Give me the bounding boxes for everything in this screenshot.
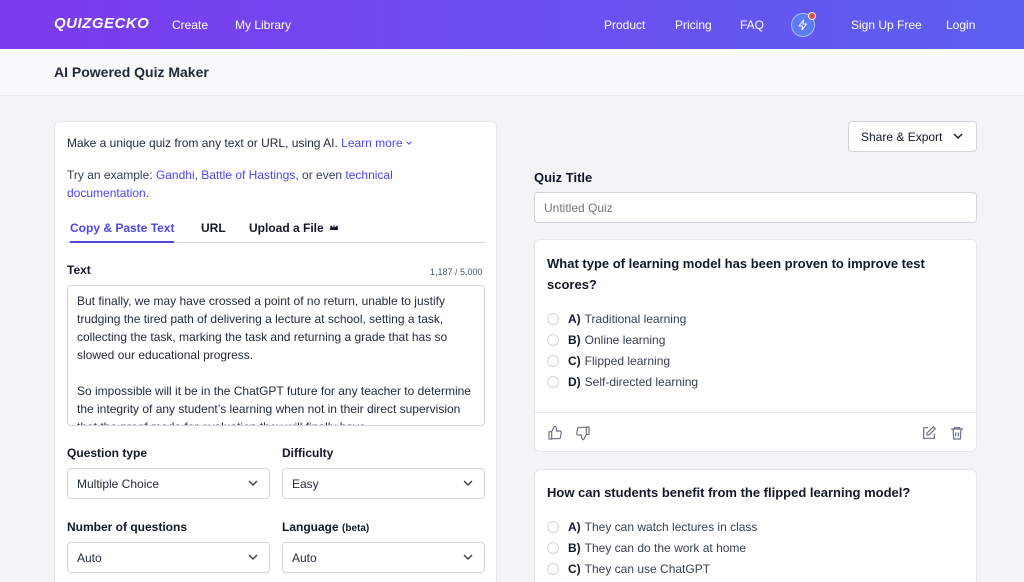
nav-faq[interactable]: FAQ	[740, 18, 764, 32]
answer-option[interactable]: B) They can do the work at home	[547, 541, 746, 555]
answer-option[interactable]: B) Online learning	[547, 333, 665, 347]
logo[interactable]: QUIZGECKO	[54, 15, 149, 32]
number-of-questions-label: Number of questions	[67, 520, 188, 534]
nav-pricing[interactable]: Pricing	[675, 18, 712, 32]
radio-button[interactable]	[547, 355, 559, 367]
page-title: AI Powered Quiz Maker	[54, 64, 209, 80]
character-counter: 1,187 / 5,000	[430, 267, 483, 277]
quiz-source-card: Make a unique quiz from any text or URL,…	[54, 121, 497, 582]
chevron-down-icon[interactable]	[405, 139, 413, 147]
nav-create[interactable]: Create	[172, 18, 208, 32]
chevron-down-icon	[463, 480, 473, 486]
language-label: Language (beta)	[282, 520, 370, 534]
trash-icon[interactable]	[949, 425, 965, 441]
nav-my-library[interactable]: My Library	[235, 18, 291, 32]
question-text: What type of learning model has been pro…	[547, 256, 925, 292]
radio-button[interactable]	[547, 542, 559, 554]
tab-upload-file[interactable]: Upload a File	[249, 221, 339, 235]
number-of-questions-select[interactable]: Auto	[67, 542, 270, 573]
radio-button[interactable]	[547, 313, 559, 325]
learn-more-link[interactable]: Learn more	[341, 136, 402, 150]
question-footer	[535, 412, 976, 452]
radio-button[interactable]	[547, 521, 559, 533]
language-select[interactable]: Auto	[282, 542, 485, 573]
nav-login[interactable]: Login	[946, 18, 975, 32]
thumbs-up-icon[interactable]	[547, 425, 563, 441]
radio-button[interactable]	[547, 334, 559, 346]
answer-option[interactable]: D) Self-directed learning	[547, 375, 698, 389]
answer-option[interactable]: C) They can use ChatGPT	[547, 562, 710, 576]
nav-sign-up[interactable]: Sign Up Free	[851, 18, 922, 32]
answer-option[interactable]: A) Traditional learning	[547, 312, 686, 326]
question-card: What type of learning model has been pro…	[534, 239, 977, 452]
text-label: Text	[67, 263, 91, 277]
chevron-down-icon	[248, 480, 258, 486]
example-hastings-link[interactable]: Battle of Hastings	[201, 168, 295, 182]
edit-icon[interactable]	[921, 425, 937, 441]
radio-button[interactable]	[547, 563, 559, 575]
source-tabs: Copy & Paste Text URL Upload a File	[67, 219, 485, 243]
source-text-area[interactable]: But finally, we may have crossed a point…	[67, 285, 485, 426]
tab-url[interactable]: URL	[201, 221, 226, 235]
answer-option[interactable]: A) They can watch lectures in class	[547, 520, 757, 534]
question-text: How can students benefit from the flippe…	[547, 485, 911, 500]
chevron-down-icon	[248, 554, 258, 560]
quiz-title-input[interactable]	[534, 192, 977, 223]
quiz-title-label: Quiz Title	[534, 170, 593, 185]
question-type-label: Question type	[67, 446, 148, 460]
radio-button[interactable]	[547, 376, 559, 388]
page-header: AI Powered Quiz Maker	[0, 49, 1024, 96]
chevron-down-icon	[953, 133, 963, 139]
thumbs-down-icon[interactable]	[575, 425, 591, 441]
examples-text: Try an example: Gandhi, Battle of Hastin…	[67, 168, 393, 200]
question-card: How can students benefit from the flippe…	[534, 469, 977, 582]
chevron-down-icon	[463, 554, 473, 560]
tab-copy-paste[interactable]: Copy & Paste Text	[70, 221, 175, 243]
top-nav: QUIZGECKO Create My Library Product Pric…	[0, 0, 1024, 49]
notification-dot	[808, 12, 816, 20]
nav-product[interactable]: Product	[604, 18, 645, 32]
difficulty-select[interactable]: Easy	[282, 468, 485, 499]
question-type-select[interactable]: Multiple Choice	[67, 468, 270, 499]
intro-text: Make a unique quiz from any text or URL,…	[67, 136, 413, 150]
crown-icon	[329, 224, 339, 230]
example-gandhi-link[interactable]: Gandhi	[156, 168, 195, 182]
difficulty-label: Difficulty	[282, 446, 334, 460]
answer-option[interactable]: C) Flipped learning	[547, 354, 670, 368]
share-export-button[interactable]: Share & Export	[848, 121, 977, 152]
